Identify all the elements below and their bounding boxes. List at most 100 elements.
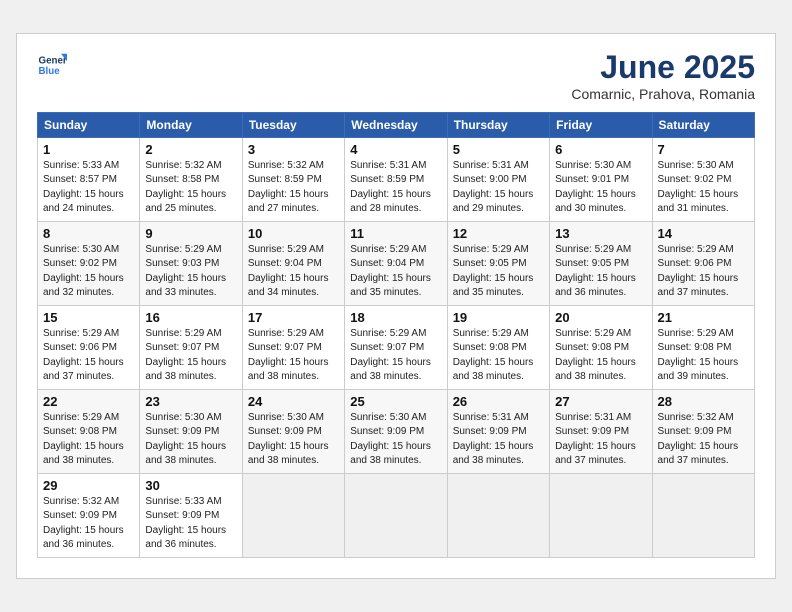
day-number: 11	[350, 226, 441, 241]
calendar-cell: 11 Sunrise: 5:29 AM Sunset: 9:04 PM Dayli…	[345, 221, 447, 305]
calendar-cell: 21Sunrise: 5:29 AM Sunset: 9:08 PM Dayli…	[652, 305, 754, 389]
day-info: Sunrise: 5:30 AM Sunset: 9:02 PM Dayligh…	[43, 243, 134, 301]
day-info: Sunrise: 5:29 AM Sunset: 9:04 PM Dayligh…	[248, 243, 339, 301]
day-number: 4	[350, 142, 441, 157]
svg-text:Blue: Blue	[39, 66, 61, 77]
day-number: 18	[350, 310, 441, 325]
day-info: Sunrise: 5:30 AM Sunset: 9:09 PM Dayligh…	[145, 411, 236, 469]
day-number: 12	[453, 226, 544, 241]
day-number: 5	[453, 142, 544, 157]
day-number: 24	[248, 394, 339, 409]
day-number: 8	[43, 226, 134, 241]
day-info: Sunrise: 5:31 AM Sunset: 9:09 PM Dayligh…	[453, 411, 544, 469]
day-info: Sunrise: 5:29 AM Sunset: 9:08 PM Dayligh…	[43, 411, 134, 469]
calendar-cell: 24 Sunrise: 5:30 AM Sunset: 9:09 PM Dayli…	[242, 389, 344, 473]
calendar-cell: 23 Sunrise: 5:30 AM Sunset: 9:09 PM Dayli…	[140, 389, 242, 473]
day-number: 6	[555, 142, 646, 157]
calendar-table: SundayMondayTuesdayWednesdayThursdayFrid…	[37, 112, 755, 558]
calendar-cell: 3 Sunrise: 5:32 AM Sunset: 8:59 PM Daylig…	[242, 137, 344, 221]
col-header-saturday: Saturday	[652, 112, 754, 137]
calendar-cell: 22Sunrise: 5:29 AM Sunset: 9:08 PM Dayli…	[38, 389, 140, 473]
calendar-container: General Blue June 2025 Comarnic, Prahova…	[16, 33, 776, 578]
day-number: 26	[453, 394, 544, 409]
day-info: Sunrise: 5:29 AM Sunset: 9:05 PM Dayligh…	[555, 243, 646, 301]
calendar-cell: 8 Sunrise: 5:30 AM Sunset: 9:02 PM Daylig…	[38, 221, 140, 305]
week-row-2: 8 Sunrise: 5:30 AM Sunset: 9:02 PM Daylig…	[38, 221, 755, 305]
calendar-cell: 4 Sunrise: 5:31 AM Sunset: 8:59 PM Daylig…	[345, 137, 447, 221]
col-header-tuesday: Tuesday	[242, 112, 344, 137]
day-info: Sunrise: 5:33 AM Sunset: 9:09 PM Dayligh…	[145, 495, 236, 553]
day-info: Sunrise: 5:32 AM Sunset: 9:09 PM Dayligh…	[43, 495, 134, 553]
calendar-cell: 13 Sunrise: 5:29 AM Sunset: 9:05 PM Dayli…	[550, 221, 652, 305]
day-info: Sunrise: 5:31 AM Sunset: 9:09 PM Dayligh…	[555, 411, 646, 469]
day-number: 19	[453, 310, 544, 325]
day-number: 10	[248, 226, 339, 241]
calendar-cell: 2Sunrise: 5:32 AM Sunset: 8:58 PM Daylig…	[140, 137, 242, 221]
week-row-1: 1 Sunrise: 5:33 AM Sunset: 8:57 PM Daylig…	[38, 137, 755, 221]
calendar-cell: 6 Sunrise: 5:30 AM Sunset: 9:01 PM Daylig…	[550, 137, 652, 221]
col-header-sunday: Sunday	[38, 112, 140, 137]
day-info: Sunrise: 5:30 AM Sunset: 9:09 PM Dayligh…	[248, 411, 339, 469]
calendar-subtitle: Comarnic, Prahova, Romania	[571, 86, 755, 102]
col-header-thursday: Thursday	[447, 112, 549, 137]
day-number: 15	[43, 310, 134, 325]
calendar-cell: 29 Sunrise: 5:32 AM Sunset: 9:09 PM Dayli…	[38, 473, 140, 557]
calendar-header: General Blue June 2025 Comarnic, Prahova…	[37, 50, 755, 101]
calendar-cell: 14 Sunrise: 5:29 AM Sunset: 9:06 PM Dayli…	[652, 221, 754, 305]
day-number: 23	[145, 394, 236, 409]
day-number: 1	[43, 142, 134, 157]
day-info: Sunrise: 5:30 AM Sunset: 9:01 PM Dayligh…	[555, 159, 646, 217]
col-header-wednesday: Wednesday	[345, 112, 447, 137]
day-number: 3	[248, 142, 339, 157]
calendar-cell	[652, 473, 754, 557]
day-number: 9	[145, 226, 236, 241]
calendar-cell: 26 Sunrise: 5:31 AM Sunset: 9:09 PM Dayli…	[447, 389, 549, 473]
col-header-monday: Monday	[140, 112, 242, 137]
day-number: 17	[248, 310, 339, 325]
calendar-cell	[345, 473, 447, 557]
calendar-cell: 1 Sunrise: 5:33 AM Sunset: 8:57 PM Daylig…	[38, 137, 140, 221]
calendar-cell: 20Sunrise: 5:29 AM Sunset: 9:08 PM Dayli…	[550, 305, 652, 389]
logo: General Blue	[37, 50, 67, 80]
day-info: Sunrise: 5:29 AM Sunset: 9:08 PM Dayligh…	[555, 327, 646, 385]
day-number: 16	[145, 310, 236, 325]
day-info: Sunrise: 5:29 AM Sunset: 9:07 PM Dayligh…	[248, 327, 339, 385]
day-info: Sunrise: 5:32 AM Sunset: 9:09 PM Dayligh…	[658, 411, 749, 469]
day-info: Sunrise: 5:29 AM Sunset: 9:05 PM Dayligh…	[453, 243, 544, 301]
calendar-cell: 15 Sunrise: 5:29 AM Sunset: 9:06 PM Dayli…	[38, 305, 140, 389]
day-info: Sunrise: 5:29 AM Sunset: 9:06 PM Dayligh…	[658, 243, 749, 301]
day-number: 29	[43, 478, 134, 493]
col-header-friday: Friday	[550, 112, 652, 137]
week-row-5: 29 Sunrise: 5:32 AM Sunset: 9:09 PM Dayli…	[38, 473, 755, 557]
calendar-cell: 10 Sunrise: 5:29 AM Sunset: 9:04 PM Dayli…	[242, 221, 344, 305]
day-number: 30	[145, 478, 236, 493]
calendar-cell: 28 Sunrise: 5:32 AM Sunset: 9:09 PM Dayli…	[652, 389, 754, 473]
logo-icon: General Blue	[37, 50, 67, 80]
calendar-cell	[550, 473, 652, 557]
day-info: Sunrise: 5:32 AM Sunset: 8:59 PM Dayligh…	[248, 159, 339, 217]
day-info: Sunrise: 5:29 AM Sunset: 9:07 PM Dayligh…	[350, 327, 441, 385]
day-info: Sunrise: 5:29 AM Sunset: 9:03 PM Dayligh…	[145, 243, 236, 301]
week-row-3: 15 Sunrise: 5:29 AM Sunset: 9:06 PM Dayli…	[38, 305, 755, 389]
day-info: Sunrise: 5:30 AM Sunset: 9:09 PM Dayligh…	[350, 411, 441, 469]
day-number: 27	[555, 394, 646, 409]
calendar-cell	[242, 473, 344, 557]
calendar-cell: 16 Sunrise: 5:29 AM Sunset: 9:07 PM Dayli…	[140, 305, 242, 389]
day-info: Sunrise: 5:31 AM Sunset: 8:59 PM Dayligh…	[350, 159, 441, 217]
calendar-cell: 25 Sunrise: 5:30 AM Sunset: 9:09 PM Dayli…	[345, 389, 447, 473]
calendar-cell: 5Sunrise: 5:31 AM Sunset: 9:00 PM Daylig…	[447, 137, 549, 221]
calendar-cell: 12 Sunrise: 5:29 AM Sunset: 9:05 PM Dayli…	[447, 221, 549, 305]
day-number: 7	[658, 142, 749, 157]
calendar-cell	[447, 473, 549, 557]
day-number: 28	[658, 394, 749, 409]
day-number: 13	[555, 226, 646, 241]
day-info: Sunrise: 5:29 AM Sunset: 9:06 PM Dayligh…	[43, 327, 134, 385]
day-info: Sunrise: 5:29 AM Sunset: 9:04 PM Dayligh…	[350, 243, 441, 301]
calendar-cell: 27 Sunrise: 5:31 AM Sunset: 9:09 PM Dayli…	[550, 389, 652, 473]
day-number: 21	[658, 310, 749, 325]
day-info: Sunrise: 5:29 AM Sunset: 9:07 PM Dayligh…	[145, 327, 236, 385]
day-number: 14	[658, 226, 749, 241]
day-number: 25	[350, 394, 441, 409]
day-info: Sunrise: 5:33 AM Sunset: 8:57 PM Dayligh…	[43, 159, 134, 217]
calendar-cell: 18 Sunrise: 5:29 AM Sunset: 9:07 PM Dayli…	[345, 305, 447, 389]
